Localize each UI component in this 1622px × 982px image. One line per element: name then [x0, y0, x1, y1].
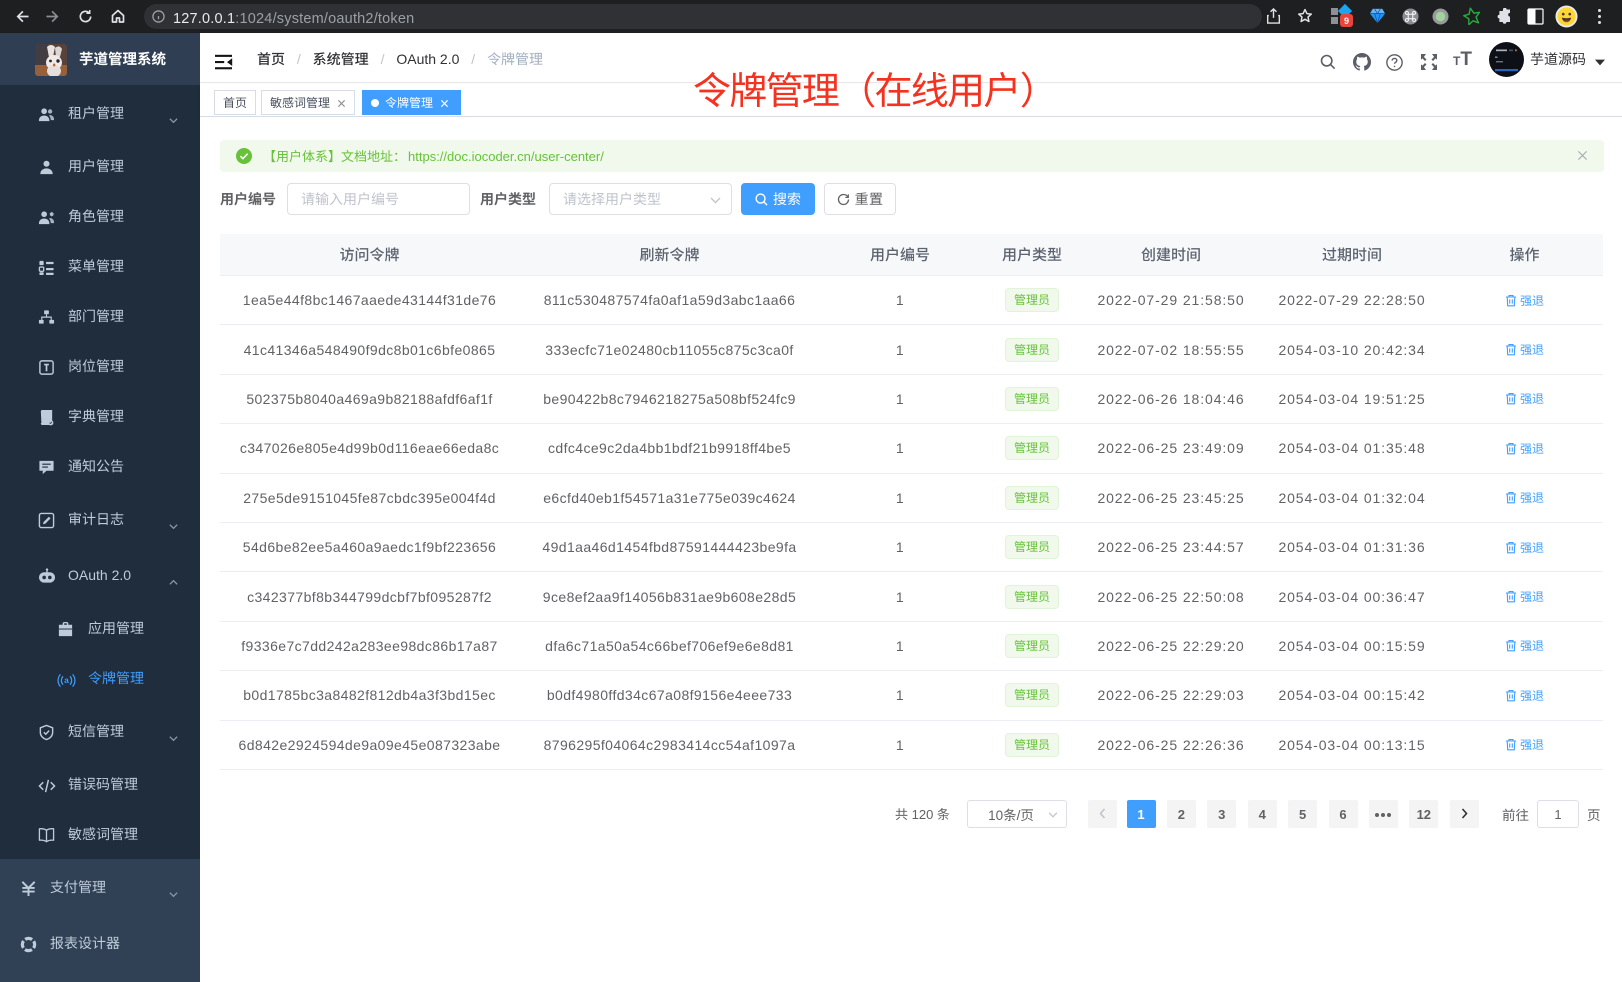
svg-text:a: a — [64, 675, 69, 685]
